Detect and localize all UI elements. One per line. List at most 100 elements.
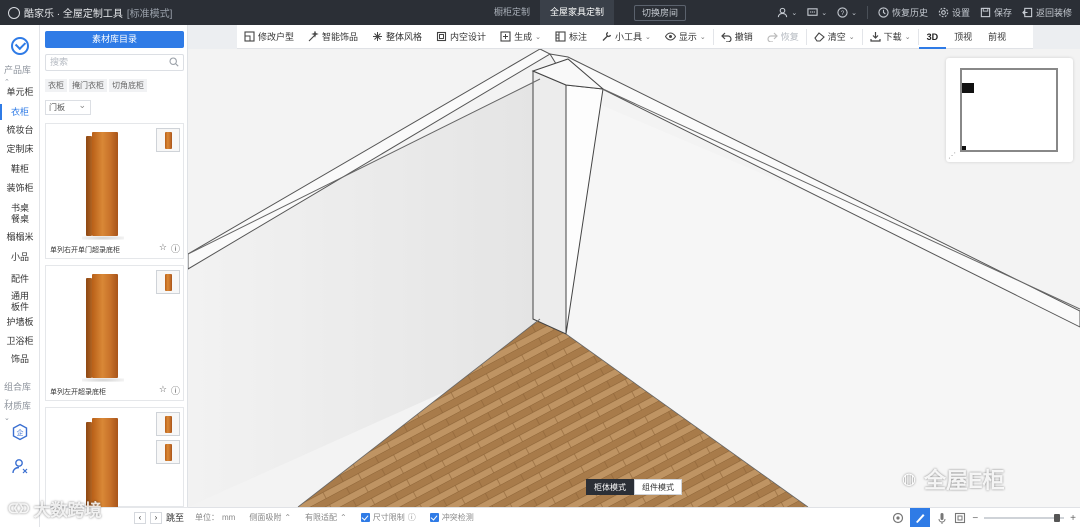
view-tab[interactable]: 顶视	[946, 25, 980, 49]
microphone-icon[interactable]	[936, 512, 948, 524]
wechat-icon: ◍	[902, 471, 916, 488]
user-icon[interactable]: ⌄	[777, 7, 797, 18]
cabinet-mode-button[interactable]: 柜体模式	[586, 479, 634, 495]
breadcrumb-item[interactable]: 掩门衣柜	[69, 79, 107, 92]
left-rail: 产品库 ⌃ 单元柜衣柜梳妆台定制床鞋柜装饰柜书桌 餐桌榻榻米小品配件通用 板件护…	[0, 25, 40, 527]
product-variant-thumb[interactable]	[156, 440, 180, 464]
switch-room-button[interactable]: 切换房间	[634, 4, 687, 21]
rail-item[interactable]: 梳妆台	[0, 125, 40, 136]
toolbar-item-floorplan[interactable]: 修改户型	[237, 25, 301, 49]
minimap-resize-handle[interactable]: ⋰	[948, 151, 956, 160]
conflict-check-checkbox[interactable]: 冲突检测	[423, 512, 481, 523]
section-snap-toggle[interactable]: 侧面吸附 ⌃	[242, 512, 298, 523]
rail-item[interactable]: 定制床	[0, 144, 40, 155]
toolbar-item-wrench[interactable]: 小工具 ⌄	[594, 25, 658, 49]
product-card[interactable]: 单列左开超录底柜 ☆ ⓘ	[45, 265, 184, 401]
enterprise-icon[interactable]: 企	[11, 423, 29, 441]
product-actions: ☆ ⓘ	[159, 384, 180, 397]
info-icon[interactable]: ⓘ	[171, 242, 180, 255]
toolbar-item-label: 显示	[678, 32, 697, 42]
pager-prev-button[interactable]: ‹	[133, 511, 146, 524]
toolbar-item-redo[interactable]: 恢复	[760, 25, 806, 49]
rail-item[interactable]: 单元柜	[0, 87, 40, 98]
help-icon[interactable]: ⓘ	[408, 512, 416, 523]
pager-next-button[interactable]: ›	[149, 511, 162, 524]
component-mode-button[interactable]: 组件模式	[634, 479, 682, 495]
rail-item[interactable]: 配件	[0, 274, 40, 285]
product-card[interactable]	[45, 407, 184, 508]
toolbar-item-label: 智能饰品	[322, 32, 359, 42]
product-variant-thumb[interactable]	[156, 270, 180, 294]
toolbar-item-eraser[interactable]: 清空 ⌄	[807, 25, 862, 49]
zoom-out-button[interactable]: −	[972, 513, 978, 524]
tab-whole-house[interactable]: 全屋家具定制	[540, 0, 615, 25]
toolbar-item-generate[interactable]: 生成 ⌄	[493, 25, 548, 49]
boundary-fit-toggle[interactable]: 有限适配 ⌃	[298, 512, 354, 523]
rail-item[interactable]: 装饰柜	[0, 183, 40, 194]
door-panel-filter[interactable]: 门板	[45, 99, 91, 115]
breadcrumb-item[interactable]: 衣柜	[45, 79, 67, 92]
product-variant-thumb[interactable]	[156, 412, 180, 436]
svg-text:企: 企	[17, 428, 24, 437]
settings-button[interactable]: 设置	[938, 6, 970, 19]
pen-icon	[916, 514, 925, 523]
help-icon[interactable]: ? ⌄	[837, 7, 857, 18]
message-icon[interactable]: ⌄	[807, 7, 827, 18]
rail-item[interactable]: 榻榻米	[0, 232, 40, 243]
product-variant-thumb[interactable]	[156, 128, 180, 152]
checkbox-checked-icon[interactable]	[360, 513, 370, 522]
product-card[interactable]: 单列右开单门超录底柜 ☆ ⓘ	[45, 123, 184, 259]
pager-jump-label[interactable]: 跳至	[166, 511, 184, 524]
search-icon[interactable]	[169, 57, 179, 67]
back-to-design-button[interactable]: 返回装修	[1022, 6, 1072, 19]
watermark-bottom-right: ◍ 全屋E柜	[902, 463, 1005, 495]
favorite-star-icon[interactable]: ☆	[159, 384, 167, 397]
info-icon[interactable]: ⓘ	[171, 384, 180, 397]
search-input[interactable]: 搜索	[45, 54, 184, 71]
minimap[interactable]: ⋰	[946, 58, 1073, 162]
rail-section-product[interactable]: 产品库 ⌃	[4, 63, 39, 86]
zoom-in-button[interactable]: +	[1070, 513, 1076, 524]
minimap-camera-marker	[962, 83, 974, 93]
toolbar-item-ruler[interactable]: 标注	[548, 25, 594, 49]
catalog-directory-button[interactable]: 素材库目录	[45, 31, 184, 48]
save-button[interactable]: 保存	[980, 6, 1012, 19]
zoom-slider[interactable]	[984, 514, 1065, 522]
toolbar-item-download[interactable]: 下载 ⌄	[863, 25, 918, 49]
size-limit-checkbox[interactable]: 尺寸限制 ⓘ	[354, 512, 423, 523]
rail-item[interactable]: 书桌 餐桌	[0, 203, 40, 225]
toolbar-item-label: 撤销	[734, 32, 753, 42]
toolbar-item-undo[interactable]: 撤销	[714, 25, 760, 49]
toolbar-item-palette[interactable]: 整体风格	[365, 25, 429, 49]
toolbar-item-label: 内空设计	[450, 32, 487, 42]
product-lib-label: 产品库	[4, 65, 32, 75]
render-icon[interactable]	[892, 512, 904, 524]
toolbar-item-box[interactable]: 内空设计	[429, 25, 493, 49]
fit-screen-icon[interactable]	[954, 512, 966, 524]
rail-item[interactable]: 鞋柜	[0, 164, 40, 175]
checkbox-checked-icon[interactable]	[429, 513, 439, 522]
rail-item[interactable]: 饰品	[0, 354, 40, 365]
rail-item[interactable]: 衣柜	[0, 104, 40, 120]
restore-history-button[interactable]: 恢复历史	[878, 6, 928, 19]
view-tab[interactable]: 前视	[980, 25, 1014, 49]
rail-item[interactable]: 护墙板	[0, 317, 40, 328]
back-to-design-label: 返回装修	[1035, 8, 1072, 18]
rail-item[interactable]: 通用 板件	[0, 291, 40, 313]
user-settings-icon[interactable]	[11, 457, 29, 475]
unit-value[interactable]: mm	[222, 513, 235, 522]
toolbar-item-eye[interactable]: 显示 ⌄	[658, 25, 713, 49]
rail-item[interactable]: 小品	[0, 252, 40, 263]
favorite-star-icon[interactable]: ☆	[159, 242, 167, 255]
box-icon	[436, 31, 447, 42]
restore-history-label: 恢复历史	[891, 8, 928, 18]
zoom-slider-knob[interactable]	[1054, 514, 1061, 522]
toolbar-item-magic[interactable]: 智能饰品	[301, 25, 365, 49]
breadcrumb-item[interactable]: 切角底柜	[109, 79, 147, 92]
view-tab[interactable]: 3D	[918, 25, 947, 49]
draw-tool-button[interactable]	[910, 508, 931, 527]
tab-cabinet[interactable]: 橱柜定制	[484, 0, 540, 25]
rail-section-material[interactable]: 材质库 ⌄	[4, 399, 39, 422]
download-icon	[870, 32, 881, 42]
rail-item[interactable]: 卫浴柜	[0, 336, 40, 347]
